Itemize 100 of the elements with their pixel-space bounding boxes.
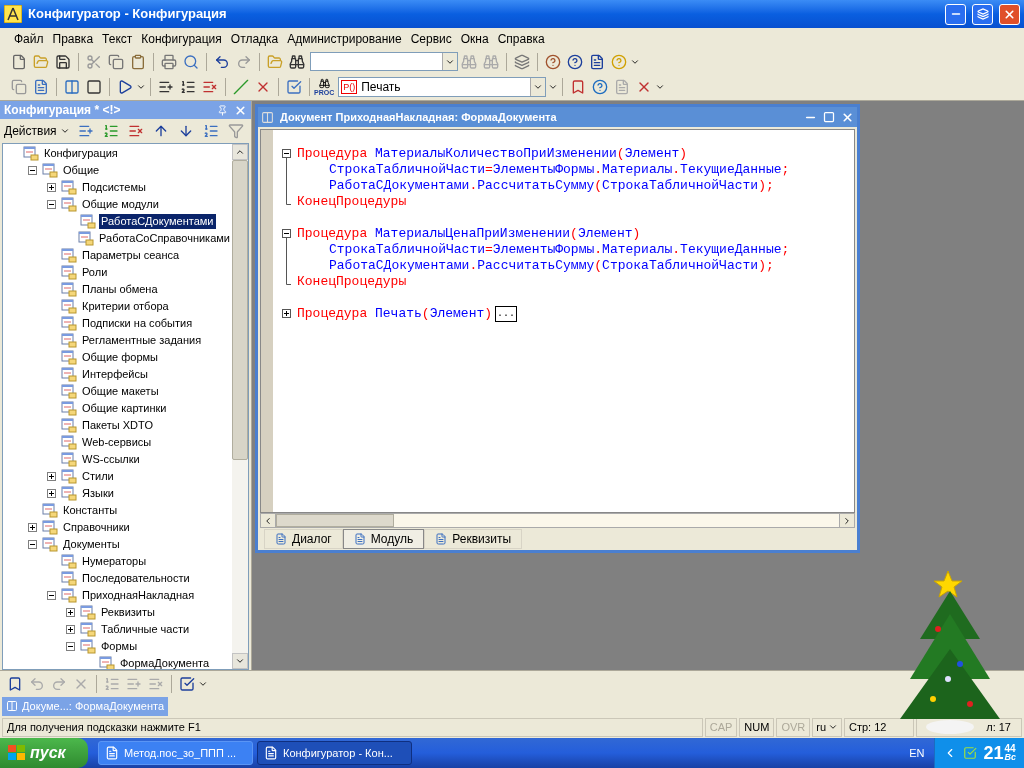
code-token: .	[469, 258, 478, 274]
tree-item[interactable]: Общие макеты	[80, 384, 161, 399]
tree-item[interactable]: Реквизиты	[99, 605, 157, 620]
document-folder-icon	[80, 622, 96, 637]
expand-icon[interactable]	[47, 472, 56, 481]
tree-item[interactable]: РаботаСоСправочниками	[97, 231, 232, 246]
tree-item[interactable]: WS-ссылки	[80, 452, 142, 467]
document-folder-icon	[61, 367, 77, 382]
document-folder-icon	[23, 146, 39, 161]
editor-tab[interactable]: Реквизиты	[424, 529, 523, 549]
collapse-icon[interactable]	[281, 226, 293, 242]
code-token: СтрокаТабличнойЧасти	[329, 162, 486, 178]
expand-icon[interactable]	[66, 608, 75, 617]
code-token: .	[672, 162, 681, 178]
menu-item[interactable]: Отладка	[226, 29, 283, 48]
tree-item[interactable]: ПриходнаяНакладная	[80, 588, 197, 603]
minimize-button[interactable]	[945, 3, 966, 25]
scroll-right-icon[interactable]	[842, 515, 852, 526]
menu-item[interactable]: Справка	[493, 29, 549, 48]
tree-item[interactable]: Конфигурация	[42, 146, 120, 161]
document-icon	[435, 533, 448, 545]
tree-item[interactable]: Стили	[80, 469, 116, 484]
document-folder-icon	[61, 554, 77, 569]
tree-item[interactable]: Интерфейсы	[80, 367, 150, 382]
binoculars-icon[interactable]	[318, 77, 330, 89]
document-folder-icon	[42, 520, 58, 535]
menu-item[interactable]: Файл	[10, 29, 48, 48]
document-folder-icon	[61, 401, 77, 416]
code-token: )	[679, 146, 688, 162]
collapse-icon[interactable]	[28, 166, 37, 175]
procedure-badge: P()	[341, 80, 358, 94]
tree-item[interactable]: Web-сервисы	[80, 435, 154, 450]
code-token: ЭлементыФормы	[492, 162, 595, 178]
taskbar-button[interactable]: Конфигуратор - Кон...	[257, 741, 412, 765]
close-button[interactable]	[999, 3, 1020, 25]
collapsed-code-marker[interactable]: ...	[495, 306, 518, 322]
code-token: )	[484, 306, 493, 322]
collapse-icon[interactable]	[281, 146, 293, 162]
tree-item[interactable]: Справочники	[61, 520, 132, 535]
language-indicator[interactable]: EN	[909, 744, 925, 762]
tree-item[interactable]: Языки	[80, 486, 116, 501]
actions-menu[interactable]: Действия	[4, 122, 57, 140]
expand-icon[interactable]	[28, 523, 37, 532]
tree-item[interactable]: Критерии отбора	[80, 299, 171, 314]
document-folder-icon	[80, 605, 96, 620]
vertical-scrollbar[interactable]	[232, 144, 248, 669]
tree-item[interactable]: Нумераторы	[80, 554, 149, 569]
tree-item[interactable]: Общие формы	[80, 350, 160, 365]
tree-item[interactable]: Формы	[99, 639, 140, 654]
taskbar-button[interactable]: Метод.пос_зо_ППП ...	[98, 741, 253, 765]
menu-item[interactable]: Окна	[456, 29, 493, 48]
close-icon[interactable]	[234, 103, 247, 117]
document-folder-icon	[61, 333, 77, 348]
tree-item[interactable]: Документы	[61, 537, 122, 552]
status-hint: Для получения подсказки нажмите F1	[2, 717, 703, 737]
collapse-icon[interactable]	[47, 200, 56, 209]
menu-item[interactable]: Администрирование	[283, 29, 406, 48]
tree-item[interactable]: Константы	[61, 503, 120, 518]
tree-item[interactable]: Пакеты XDTO	[80, 418, 156, 433]
code-token: (	[421, 306, 430, 322]
maximize-icon[interactable]	[823, 111, 835, 123]
scroll-left-icon[interactable]	[263, 515, 273, 526]
tree-item[interactable]: Параметры сеанса	[80, 248, 182, 263]
collapse-icon[interactable]	[28, 540, 37, 549]
collapse-icon[interactable]	[47, 591, 56, 600]
tree-item[interactable]: Роли	[80, 265, 110, 280]
tree-item[interactable]: Общие картинки	[80, 401, 169, 416]
code-token: (	[570, 226, 578, 242]
editor-tab[interactable]: Модуль	[342, 529, 425, 549]
expand-icon[interactable]	[47, 489, 56, 498]
scroll-down-icon[interactable]	[235, 656, 245, 666]
tree-item[interactable]: ФормаДокумента	[118, 656, 212, 669]
document-folder-icon	[80, 214, 96, 229]
menu-item[interactable]: Правка	[48, 29, 98, 48]
tree-item[interactable]: Табличные части	[99, 622, 192, 637]
menu-item[interactable]: Сервис	[406, 29, 456, 48]
code-token: )	[758, 178, 766, 194]
tree-item[interactable]: Подсистемы	[80, 180, 148, 195]
tree-item[interactable]: Общие модули	[80, 197, 161, 212]
horizontal-scrollbar[interactable]	[260, 513, 855, 528]
tree-item[interactable]: Общие	[61, 163, 102, 178]
code-token: Элемент	[577, 226, 633, 242]
document-folder-icon	[61, 418, 77, 433]
editor-tab[interactable]: Диалог	[264, 529, 343, 549]
expand-icon[interactable]	[66, 625, 75, 634]
procedure-combo[interactable]: P() Печать	[338, 77, 547, 97]
tree-item[interactable]: РаботаСДокументами	[99, 214, 216, 229]
menu-item[interactable]: Конфигурация	[137, 29, 226, 48]
expand-icon[interactable]	[47, 183, 56, 192]
close-icon[interactable]	[841, 110, 854, 124]
tree-item[interactable]: Последовательности	[80, 571, 192, 586]
menu-item[interactable]: Текст	[98, 29, 137, 48]
check-icon[interactable]	[963, 746, 978, 760]
scroll-up-icon[interactable]	[235, 147, 245, 157]
collapse-icon[interactable]	[66, 642, 75, 651]
tree-item[interactable]: Планы обмена	[80, 282, 160, 297]
tree-item[interactable]: Регламентные задания	[80, 333, 204, 348]
panel-title: Конфигурация * <!>	[4, 102, 122, 119]
restore-button[interactable]	[972, 3, 993, 25]
tree-item[interactable]: Подписки на события	[80, 316, 195, 331]
